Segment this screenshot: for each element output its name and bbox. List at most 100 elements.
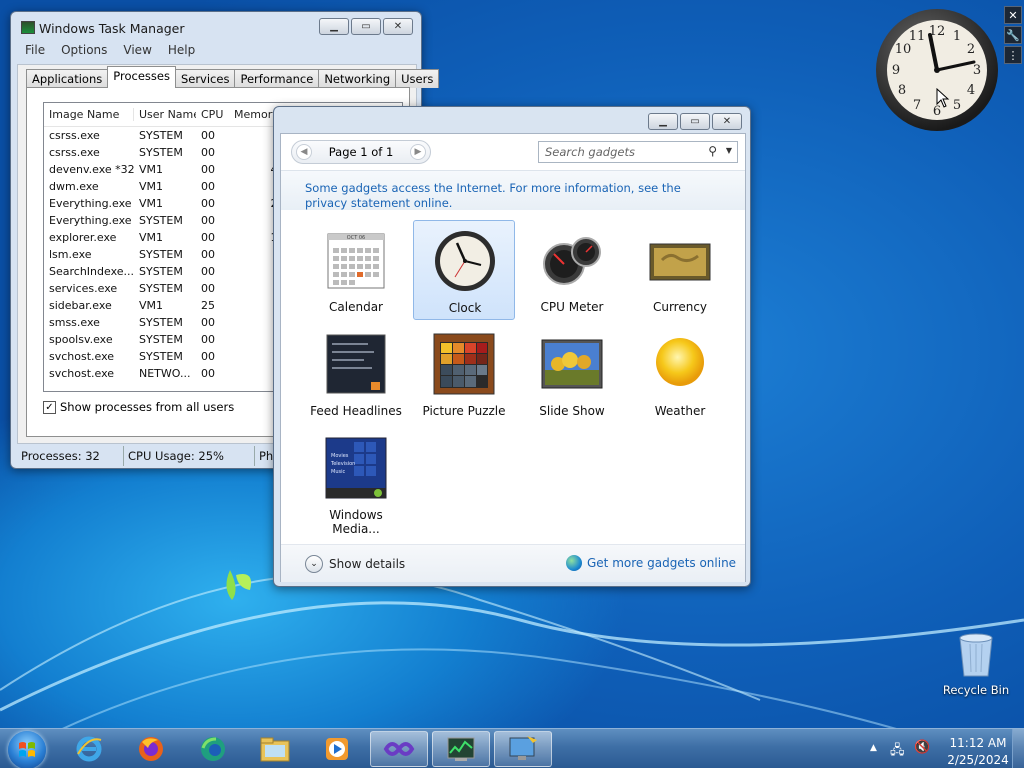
recycle-bin[interactable]: Recycle Bin (938, 630, 1014, 697)
cpu-cell: 00 (201, 367, 215, 380)
network-icon[interactable]: 🖧 (890, 741, 905, 763)
privacy-info-link[interactable]: Some gadgets access the Internet. For mo… (305, 181, 725, 211)
gadget-picture-puzzle[interactable]: Picture Puzzle (413, 324, 515, 424)
menu-view[interactable]: View (115, 42, 159, 60)
gadget-cpu-meter[interactable]: CPU Meter (521, 220, 623, 320)
gadget-gallery-footer: ⌄ Show details Get more gadgets online (281, 544, 745, 582)
gadget-gallery-titlebar[interactable]: ▁ ▭ ✕ (274, 107, 750, 135)
column-image-name[interactable]: Image Name (44, 108, 134, 121)
taskbar-edge[interactable] (184, 731, 242, 767)
close-button[interactable]: ✕ (712, 113, 742, 130)
gadget-clock[interactable]: Clock (413, 220, 515, 320)
maximize-button[interactable]: ▭ (351, 18, 381, 35)
image-name-cell: sidebar.exe (49, 299, 112, 312)
cpu-cell: 00 (201, 282, 215, 295)
weather-icon (656, 338, 704, 386)
cpu-cell: 00 (201, 333, 215, 346)
image-name-cell: csrss.exe (49, 146, 100, 159)
close-button[interactable]: ✕ (383, 18, 413, 35)
gadget-feed-headlines[interactable]: Feed Headlines (305, 324, 407, 424)
media-player-icon (326, 738, 348, 760)
windows-logo-icon (19, 742, 35, 757)
globe-icon (566, 555, 582, 571)
clock-tray[interactable]: 11:12 AM 2/25/2024 (944, 735, 1012, 768)
media-menu-television: Television (331, 461, 356, 467)
tab-performance[interactable]: Performance (234, 69, 320, 88)
cpu-cell: 00 (201, 129, 215, 142)
gadget-label: Clock (448, 301, 482, 315)
user-name-cell: SYSTEM (139, 282, 183, 295)
tab-services[interactable]: Services (174, 69, 236, 88)
minimize-button[interactable]: ▁ (648, 113, 678, 130)
currency-icon (649, 243, 711, 281)
recycle-bin-label: Recycle Bin (942, 683, 1010, 697)
svg-text:3: 3 (973, 63, 981, 78)
image-name-cell: svchost.exe (49, 350, 115, 363)
taskbar-task-manager[interactable] (432, 731, 490, 767)
tab-users[interactable]: Users (395, 69, 440, 88)
svg-text:4: 4 (967, 83, 975, 98)
image-name-cell: devenv.exe *32 (49, 163, 134, 176)
search-gadgets-input[interactable]: Search gadgets ⚲ ▼ (538, 141, 738, 163)
gadget-calendar[interactable]: OCT 06 Calendar (305, 220, 407, 320)
get-more-gadgets-link[interactable]: Get more gadgets online (566, 555, 736, 571)
tab-applications[interactable]: Applications (26, 69, 109, 88)
maximize-button[interactable]: ▭ (680, 113, 710, 130)
menu-bar: File Options View Help (17, 42, 203, 60)
volume-muted-icon[interactable]: 🔇 (914, 740, 930, 755)
show-details-button[interactable]: ⌄ Show details (305, 555, 405, 573)
gadget-gallery-window[interactable]: ▁ ▭ ✕ ◀ Page 1 of 1 ▶ Search gadgets ⚲ ▼… (273, 106, 751, 587)
gadget-currency[interactable]: Currency (629, 220, 731, 320)
taskbar-firefox[interactable] (122, 731, 180, 767)
firefox-icon (139, 737, 163, 761)
gadget-label: Windows Media... (329, 508, 383, 536)
tab-processes[interactable]: Processes (107, 66, 176, 88)
menu-options[interactable]: Options (53, 42, 115, 60)
svg-text:10: 10 (895, 42, 912, 57)
taskbar-remote-desktop[interactable] (494, 731, 552, 767)
show-hidden-icons-icon[interactable]: ▲ (870, 743, 877, 753)
chevron-down-icon[interactable]: ▼ (726, 146, 732, 155)
page-navigator: ◀ Page 1 of 1 ▶ (291, 140, 431, 164)
menu-help[interactable]: Help (160, 42, 203, 60)
gadget-weather[interactable]: Weather (629, 324, 731, 424)
user-name-cell: NETWO... (139, 367, 191, 380)
image-name-cell: services.exe (49, 282, 118, 295)
taskbar-media-player[interactable] (308, 731, 366, 767)
drag-handle-icon[interactable]: ⋮ (1004, 46, 1022, 64)
column-user-name[interactable]: User Name (134, 108, 196, 121)
show-all-processes-checkbox[interactable]: ✓ Show processes from all users (43, 400, 234, 414)
checkbox-box[interactable]: ✓ (43, 400, 56, 414)
cpu-cell: 00 (201, 197, 215, 210)
recycle-bin-icon (959, 633, 993, 677)
svg-text:11: 11 (909, 29, 926, 44)
column-cpu[interactable]: CPU (196, 108, 229, 121)
taskbar-internet-explorer[interactable] (60, 731, 118, 767)
task-manager-titlebar[interactable]: Windows Task Manager ▁ ▭ ✕ (11, 12, 421, 40)
show-desktop-button[interactable] (1012, 729, 1024, 768)
cpu-cell: 25 (201, 299, 215, 312)
start-button[interactable] (8, 731, 46, 768)
close-icon[interactable]: ✕ (1004, 6, 1022, 24)
cpu-cell: 00 (201, 316, 215, 329)
clock-icon (435, 231, 495, 291)
image-name-cell: csrss.exe (49, 129, 100, 142)
chevron-down-icon: ⌄ (305, 555, 323, 573)
taskbar-file-explorer[interactable] (246, 731, 304, 767)
desktop-clock-gadget[interactable]: 12 123 4567 891011 (874, 7, 1000, 133)
minimize-button[interactable]: ▁ (319, 18, 349, 35)
picture-puzzle-icon (433, 333, 495, 395)
gadget-slide-show[interactable]: Slide Show (521, 324, 623, 424)
wrench-icon[interactable]: 🔧 (1004, 26, 1022, 44)
user-name-cell: VM1 (139, 197, 164, 210)
search-icon[interactable]: ⚲ (708, 144, 717, 158)
calendar-month: OCT 06 (346, 235, 366, 241)
next-page-button[interactable]: ▶ (410, 144, 426, 160)
tab-networking[interactable]: Networking (318, 69, 397, 88)
show-details-label: Show details (329, 557, 406, 571)
previous-page-button[interactable]: ◀ (296, 144, 312, 160)
taskbar-visual-studio[interactable] (370, 731, 428, 767)
menu-file[interactable]: File (17, 42, 53, 60)
task-manager-icon (447, 737, 475, 761)
gadget-windows-media[interactable]: Movies Television Music Windows Media... (305, 428, 407, 536)
